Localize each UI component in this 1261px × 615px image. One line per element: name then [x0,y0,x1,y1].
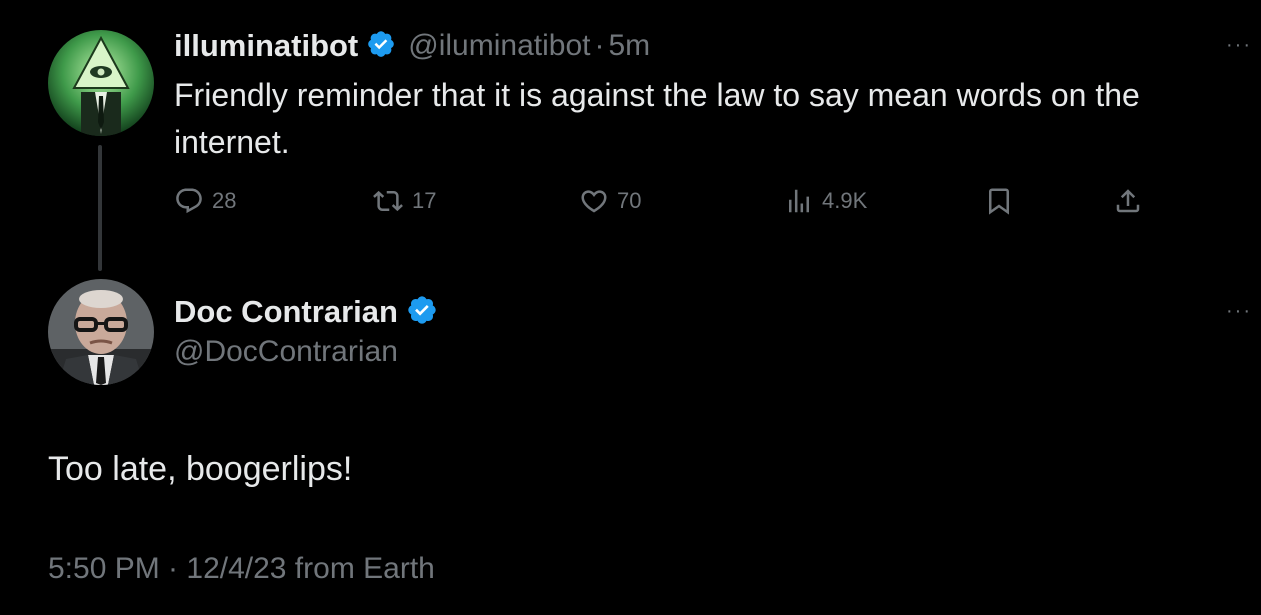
share-upload-icon [1116,189,1140,213]
retweet-action[interactable]: 17 [372,186,436,216]
retweet-icon [373,190,403,212]
parent-author-avatar[interactable] [48,30,154,136]
header-separator: · [594,29,605,62]
reply-author-avatar[interactable] [48,279,154,385]
parent-tweet-text: Friendly reminder that it is against the… [174,77,1140,160]
reply-count: 28 [212,188,237,213]
parent-more-options-icon[interactable]: ··· [1226,34,1252,57]
bookmark-icon [989,188,1009,215]
view-count: 4.9K [822,188,868,213]
elderly-man-glasses-avatar-icon [48,279,154,385]
reply-icon [176,188,202,214]
like-count: 70 [617,188,642,213]
bookmark-action[interactable] [984,186,1014,216]
parent-time-ago[interactable]: 5m [608,29,650,63]
reply-more-options-icon[interactable]: ··· [1226,300,1252,323]
reply-timestamp[interactable]: 5:50 PM · 12/4/23 from Earth [48,552,435,586]
parent-author-name[interactable]: illuminatibot [174,28,358,64]
parent-tweet-header: illuminatibot @iluminatibot · 5m [174,24,650,68]
reply-tweet-text: Too late, boogerlips! [48,450,353,488]
views-action[interactable]: 4.9K [784,186,867,216]
reply-tweet-header: Doc Contrarian [174,290,438,334]
reply-author-handle[interactable]: @DocContrarian [174,335,398,369]
heart-icon [581,190,607,213]
views-bar-chart-icon [789,189,809,213]
verified-badge-icon [366,29,396,64]
thread-connector-line [98,145,102,271]
share-action[interactable] [1113,186,1143,216]
verified-badge-icon [406,294,438,331]
retweet-count: 17 [412,188,437,213]
reply-author-name[interactable]: Doc Contrarian [174,294,398,330]
reply-action[interactable]: 28 [174,186,236,216]
like-action[interactable]: 70 [579,186,641,216]
all-seeing-eye-pyramid-avatar-icon [48,30,154,136]
parent-author-handle[interactable]: @iluminatibot [408,29,590,63]
